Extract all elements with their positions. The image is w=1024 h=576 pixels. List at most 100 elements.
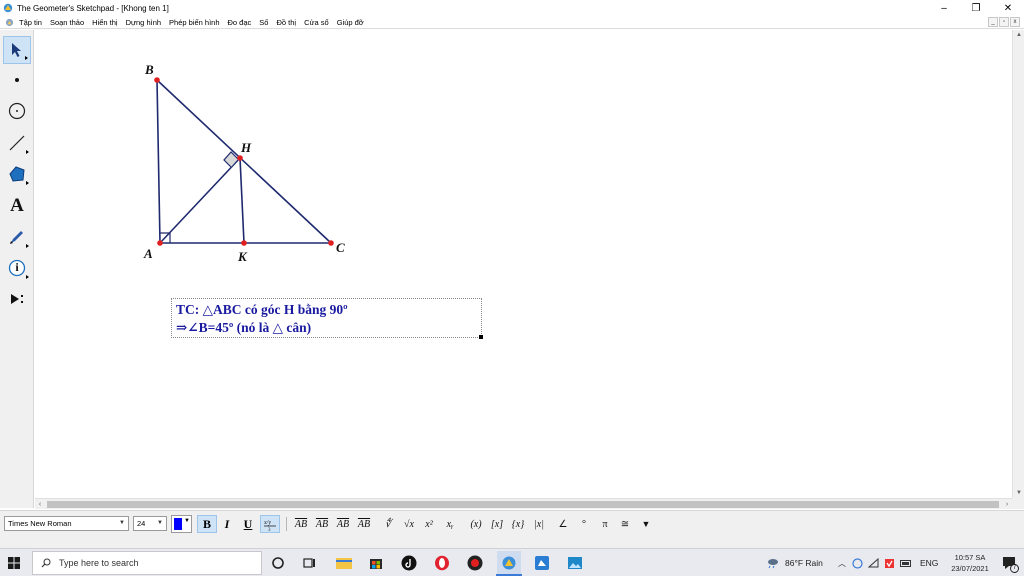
- menu-graph[interactable]: Đồ thị: [276, 18, 296, 27]
- menu-window[interactable]: Cửa sổ: [304, 18, 329, 27]
- photos-app-icon[interactable]: [565, 553, 585, 573]
- math-notation-icon: x/y 3: [263, 520, 276, 531]
- more-symbols-button[interactable]: ▼: [639, 515, 653, 533]
- point-b[interactable]: [154, 77, 160, 83]
- menu-number[interactable]: Số: [259, 18, 268, 27]
- cortana-icon[interactable]: [268, 553, 288, 573]
- angle-symbol-button[interactable]: ∠: [556, 515, 570, 533]
- search-placeholder: Type here to search: [59, 558, 139, 568]
- point-h[interactable]: [237, 155, 243, 161]
- font-size-select[interactable]: 24 ▼: [133, 516, 167, 531]
- line-notation-button[interactable]: AB: [334, 515, 352, 533]
- menu-help[interactable]: Giúp đỡ: [337, 18, 364, 27]
- scroll-left-arrow-icon[interactable]: ‹: [35, 499, 45, 510]
- windows-start-icon[interactable]: [6, 555, 22, 571]
- scroll-down-arrow-icon[interactable]: ▼: [1013, 488, 1024, 498]
- absolute-value-button[interactable]: |x|: [530, 515, 548, 533]
- custom-tool[interactable]: [3, 285, 31, 313]
- marker-tool[interactable]: [3, 223, 31, 251]
- menu-transform[interactable]: Phép biến hình: [169, 18, 219, 27]
- menu-edit[interactable]: Soạn thảo: [50, 18, 84, 27]
- recorder-icon[interactable]: [465, 553, 485, 573]
- notification-center-icon[interactable]: 7: [1002, 556, 1019, 573]
- segment-hk[interactable]: [239, 157, 245, 244]
- information-tool[interactable]: i: [3, 254, 31, 282]
- resize-handle[interactable]: [479, 335, 483, 339]
- nth-root-button[interactable]: ∜: [381, 515, 395, 533]
- ray-notation-button[interactable]: AB: [313, 515, 331, 533]
- label-a[interactable]: A: [143, 246, 153, 261]
- superscript-button[interactable]: x²: [421, 515, 437, 533]
- underline-button[interactable]: U: [239, 515, 257, 533]
- arrow-select-tool[interactable]: [3, 36, 31, 64]
- pi-symbol-button[interactable]: π: [598, 515, 612, 533]
- opera-browser-icon[interactable]: [432, 553, 452, 573]
- straightedge-tool[interactable]: [3, 129, 31, 157]
- doc-restore-button[interactable]: ▫: [999, 17, 1009, 27]
- compass-tool[interactable]: [3, 97, 31, 125]
- battery-icon[interactable]: [900, 559, 912, 568]
- menu-file[interactable]: Tập tin: [19, 18, 42, 27]
- sketchpad-taskbar-icon[interactable]: [497, 551, 521, 575]
- congruent-symbol-button[interactable]: ≅: [618, 515, 632, 533]
- square-root-button[interactable]: √x: [400, 515, 418, 533]
- line-segment-icon: [9, 135, 25, 151]
- doc-close-button[interactable]: x: [1010, 17, 1020, 27]
- document-icon[interactable]: [5, 18, 14, 27]
- bold-button[interactable]: B: [197, 515, 217, 533]
- doc-minimize-button[interactable]: _: [988, 17, 998, 27]
- label-c[interactable]: C: [336, 240, 345, 255]
- subscript-button[interactable]: xᵧ: [442, 515, 458, 533]
- point-c[interactable]: [328, 240, 334, 246]
- segment-notation-button[interactable]: AB: [292, 515, 310, 533]
- parentheses-button[interactable]: (x): [467, 515, 485, 533]
- braces-button[interactable]: {x}: [509, 515, 527, 533]
- language-indicator[interactable]: ENG: [920, 558, 938, 568]
- antivirus-icon[interactable]: [884, 558, 895, 569]
- horizontal-scrollbar[interactable]: ‹ ›: [35, 498, 1012, 509]
- caption-text-box[interactable]: TC: △ABC có góc H bằng 90º ⇒∠B=45º (nó l…: [171, 298, 483, 339]
- minimize-button[interactable]: –: [928, 0, 960, 16]
- wifi-icon[interactable]: [868, 557, 879, 569]
- math-format-button[interactable]: x/y 3: [260, 515, 280, 533]
- horizontal-scroll-thumb[interactable]: [47, 501, 999, 508]
- scroll-right-arrow-icon[interactable]: ›: [1002, 499, 1012, 510]
- menu-construct[interactable]: Dựng hình: [126, 18, 161, 27]
- sketch-canvas[interactable]: B H A K C: [35, 30, 1012, 498]
- text-tool[interactable]: A: [3, 192, 31, 220]
- label-h[interactable]: H: [240, 140, 252, 155]
- segment-ba[interactable]: [156, 79, 161, 244]
- network-app-icon[interactable]: [852, 557, 863, 569]
- restore-button[interactable]: ❐: [960, 0, 992, 16]
- vertical-scrollbar[interactable]: ▲ ▼: [1012, 30, 1024, 498]
- file-explorer-icon[interactable]: [334, 553, 354, 573]
- taskbar-search-input[interactable]: Type here to search: [32, 551, 262, 575]
- italic-button[interactable]: I: [219, 515, 235, 533]
- font-family-select[interactable]: Times New Roman ▼: [4, 516, 129, 531]
- label-b[interactable]: B: [144, 62, 154, 77]
- menu-view[interactable]: Hiển thị: [92, 18, 117, 27]
- scroll-up-arrow-icon[interactable]: ▲: [1013, 30, 1024, 40]
- microsoft-store-icon[interactable]: [366, 553, 386, 573]
- point-k[interactable]: [241, 240, 247, 246]
- text-color-select[interactable]: ▼: [171, 515, 192, 533]
- task-view-icon[interactable]: [300, 553, 320, 573]
- tiktok-icon[interactable]: [399, 553, 419, 573]
- brackets-button[interactable]: [x]: [488, 515, 506, 533]
- polygon-tool[interactable]: [3, 160, 31, 188]
- segment-ah[interactable]: [159, 157, 241, 244]
- degree-symbol-button[interactable]: °: [577, 515, 591, 533]
- point-a[interactable]: [157, 240, 163, 246]
- paint-app-icon[interactable]: [532, 553, 552, 573]
- point-icon: [15, 78, 19, 82]
- close-button[interactable]: ✕: [992, 0, 1024, 16]
- arc-notation-button[interactable]: AB: [355, 515, 373, 533]
- tray-expand-chevron-icon[interactable]: ︿: [838, 558, 846, 569]
- circle-icon: [8, 102, 26, 120]
- weather-widget[interactable]: 86°F Rain: [766, 549, 823, 576]
- menu-measure[interactable]: Đo đạc: [228, 18, 252, 27]
- taskbar-clock[interactable]: 10:57 SA 23/07/2021: [946, 552, 994, 574]
- label-k[interactable]: K: [237, 249, 248, 264]
- polygon-icon: [9, 166, 25, 182]
- point-tool[interactable]: [3, 66, 31, 94]
